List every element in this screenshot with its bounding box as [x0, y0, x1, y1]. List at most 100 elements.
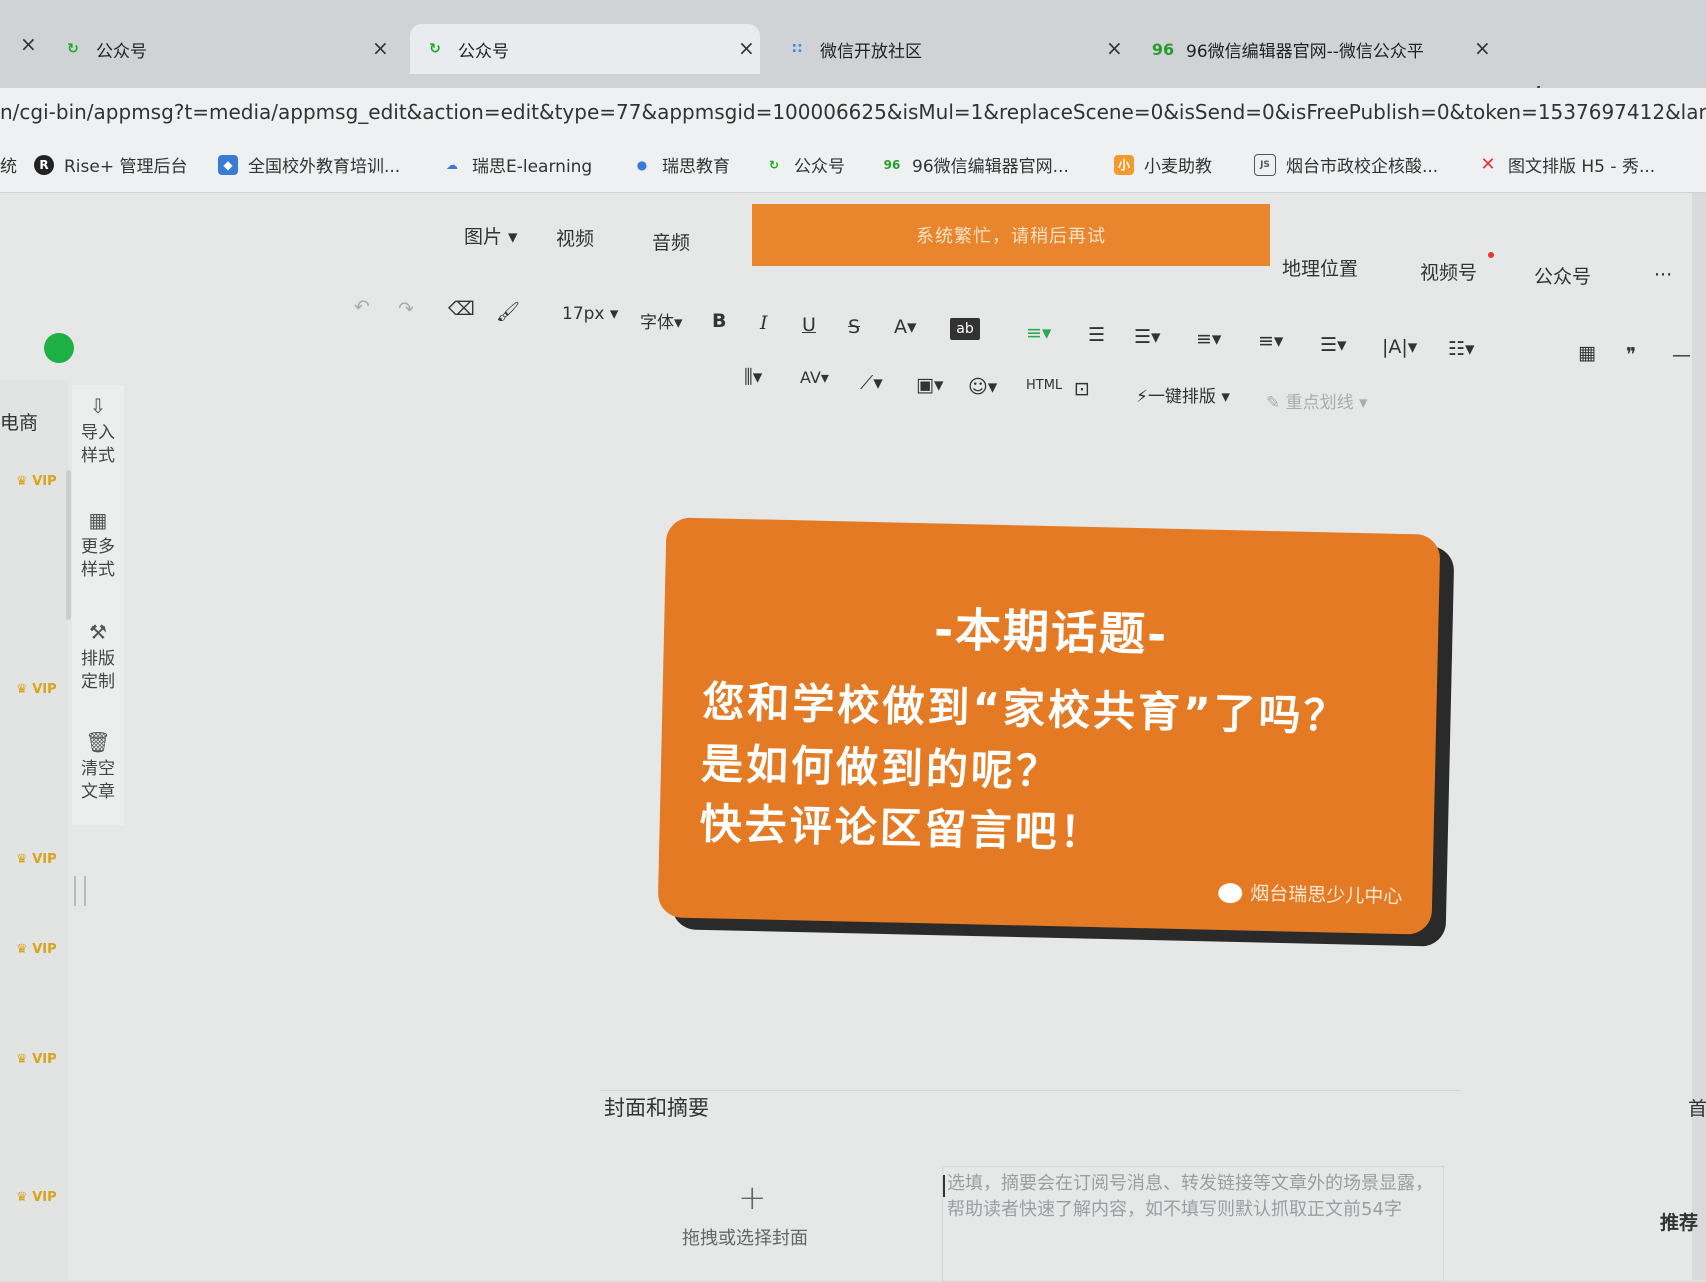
pen-icon: ✎ [1266, 393, 1281, 413]
insert-official-account-button[interactable]: 公众号 [1534, 262, 1591, 289]
one-click-format-button[interactable]: ⚡一键排版 ▾ [1136, 382, 1230, 407]
summary-textarea[interactable]: 选填，摘要会在订阅号消息、转发链接等文章外的场景显露，帮助读者快速了解内容，如不… [942, 1166, 1444, 1282]
insert-image-icon[interactable]: ▣▾ [916, 374, 944, 396]
bookmark-xiu-h5[interactable]: ✕ 图文排版 H5 - 秀... [1478, 152, 1655, 177]
wechat-icon [1218, 882, 1243, 904]
bookmark-96-editor[interactable]: 96 96微信编辑器官网... [882, 152, 1069, 177]
96-logo-icon: 96 [1151, 39, 1175, 59]
insert-location-button[interactable]: 地理位置 [1282, 254, 1358, 281]
undo-icon[interactable]: ↶ [354, 296, 370, 318]
key-underline-button[interactable]: ✎ 重点划线 ▾ [1266, 388, 1368, 413]
tab-wechat-open-community[interactable]: ∷ 微信开放社区 × [786, 24, 1126, 74]
text-direction-icon[interactable]: |A|▾ [1382, 336, 1417, 358]
vip-badge: ♛ VIP [16, 1190, 57, 1205]
url-text: n/cgi-bin/appmsg?t=media/appmsg_edit&act… [0, 100, 1706, 124]
96-logo-icon: 96 [883, 157, 901, 172]
paragraph-format-icon[interactable]: ⫼▾ [744, 366, 762, 388]
char-spacing-icon[interactable]: AV▾ [800, 368, 829, 387]
vip-badge: ♛ VIP [16, 682, 57, 697]
tab-official-account-1[interactable]: ↻ 公众号 × [62, 24, 392, 74]
bookmark-xiaomai[interactable]: 小 小麦助教 [1114, 152, 1212, 177]
quote-icon[interactable]: ❞ [1626, 344, 1636, 366]
more-media-button[interactable]: ··· [1654, 264, 1672, 286]
format-painter-icon[interactable]: 🖌 [496, 300, 520, 323]
toolbox-icon[interactable]: ⊡ [1074, 378, 1090, 400]
insert-audio-button[interactable]: 音频 [652, 228, 690, 255]
magic-wand-icon[interactable]: ⟋▾ [860, 372, 883, 394]
custom-layout-button[interactable]: ⚒ 排版 定制 [72, 621, 124, 694]
bookmark-yantai-nucleic[interactable]: JS 烟台市政校企核酸... [1254, 152, 1438, 177]
bookmark-official-account[interactable]: ↻ 公众号 [764, 152, 845, 177]
tab-close-button[interactable]: × [1106, 36, 1123, 60]
tab-close-button[interactable]: × [738, 36, 755, 60]
import-style-button[interactable]: ⇩ 导入 样式 [72, 395, 124, 468]
text-cursor [943, 1175, 945, 1197]
bookmark-ruisi-education[interactable]: ● 瑞思教育 [632, 152, 730, 177]
tab-96-editor[interactable]: 96 96微信编辑器官网--微信公众平 × [1152, 24, 1502, 74]
left-tool-rail: ⇩ 导入 样式 ▦ 更多 样式 ⚒ 排版 定制 🗑 清空 文章 [72, 385, 124, 825]
cube-icon: ◆ [218, 154, 238, 175]
font-color-button[interactable]: A▾ [894, 316, 917, 338]
font-family-select[interactable]: 字体▾ [640, 308, 683, 333]
topic-card[interactable]: -本期话题- 您和学校做到“家校共育”了吗？ 是如何做到的呢？ 快去评论区留言吧… [657, 517, 1441, 935]
eraser-icon[interactable]: ⌫ [448, 298, 475, 320]
tab-close-button[interactable]: × [1474, 36, 1491, 60]
wechat-mp-icon: ↻ [768, 157, 780, 172]
emoji-icon[interactable]: ☺▾ [968, 376, 997, 398]
browser-tab-bar: × ↻ 公众号 × ↻ 公众号 × ∷ 微信开放社区 × 96 96微信编辑器官… [0, 0, 1706, 113]
redo-icon[interactable]: ↷ [398, 298, 414, 320]
panel-scrollbar[interactable] [66, 470, 71, 620]
more-styles-button[interactable]: ▦ 更多 样式 [72, 509, 124, 582]
rise-logo-icon: R [34, 154, 54, 175]
divider-icon[interactable]: — [1672, 344, 1691, 366]
cover-summary-label: 封面和摘要 [604, 1096, 709, 1120]
bookmark-prefix: 统 [0, 157, 17, 177]
bookmark-elearning[interactable]: ☁ 瑞思E-learning [442, 152, 592, 177]
rail-resize-handle[interactable] [74, 876, 86, 906]
js-file-icon: JS [1254, 153, 1276, 176]
grid-icon: ▦ [88, 508, 108, 532]
tab-official-account-2[interactable]: ↻ 公众号 × [410, 24, 760, 74]
strikethrough-button[interactable]: S [848, 316, 860, 338]
trash-icon: 🗑 [85, 730, 111, 754]
tab-title: 公众号 [96, 41, 147, 62]
tab-title: 公众号 [458, 41, 509, 62]
italic-button[interactable]: I [760, 312, 768, 334]
table-icon[interactable]: ▦ [1578, 342, 1596, 364]
cover-upload-area[interactable]: + 拖拽或选择封面 [620, 1160, 890, 1280]
bookmarks-bar: 统 R Rise+ 管理后台 ◆ 全国校外教育培训... ☁ 瑞思E-learn… [0, 138, 1706, 193]
font-size-select[interactable]: 17px ▾ [562, 304, 618, 324]
html-icon[interactable]: HTML [1026, 378, 1062, 393]
list-icon[interactable]: ☷▾ [1448, 338, 1475, 360]
bookmark-education-training[interactable]: ◆ 全国校外教育培训... [218, 152, 400, 177]
vip-badge: ♛ VIP [16, 942, 57, 957]
card-title: -本期话题- [933, 602, 1169, 662]
recommend-label[interactable]: 推荐 [1660, 1208, 1698, 1235]
bookmark-rise-admin[interactable]: R Rise+ 管理后台 [34, 152, 188, 177]
tab-close-button[interactable]: × [372, 36, 389, 60]
plus-icon: + [738, 1178, 767, 1218]
highlight-color-button[interactable]: ab [950, 318, 980, 340]
vip-badge: ♛ VIP [16, 1052, 57, 1067]
vip-badge: ♛ VIP [16, 474, 57, 489]
letter-spacing-icon[interactable]: ☰▾ [1320, 334, 1347, 356]
notification-dot [1488, 252, 1494, 258]
insert-video-button[interactable]: 视频 [556, 224, 594, 251]
line-height-icon[interactable]: ≡▾ [1196, 328, 1221, 350]
clear-article-button[interactable]: 🗑 清空 文章 [72, 731, 124, 804]
status-dot [44, 333, 74, 363]
category-label[interactable]: 电商 [0, 408, 38, 435]
xiaomai-logo-icon: 小 [1114, 154, 1134, 175]
insert-channels-button[interactable]: 视频号 [1420, 258, 1477, 285]
indent-icon[interactable]: ☰▾ [1134, 326, 1161, 348]
card-line-2: 是如何做到的呢？ [700, 739, 1062, 797]
hammer-icon: ⚒ [89, 620, 107, 644]
system-busy-toast: 系统繁忙，请稍后再试 [752, 204, 1270, 266]
insert-image-button[interactable]: 图片 ▾ [464, 222, 518, 249]
paragraph-spacing-icon[interactable]: ≡▾ [1258, 330, 1283, 352]
align-center-icon[interactable]: ≡▾ [1026, 322, 1051, 344]
address-bar[interactable]: n/cgi-bin/appmsg?t=media/appmsg_edit&act… [0, 88, 1706, 138]
align-left-icon[interactable]: ☰ [1088, 324, 1105, 346]
underline-button[interactable]: U [802, 314, 816, 336]
bold-button[interactable]: B [712, 310, 726, 332]
